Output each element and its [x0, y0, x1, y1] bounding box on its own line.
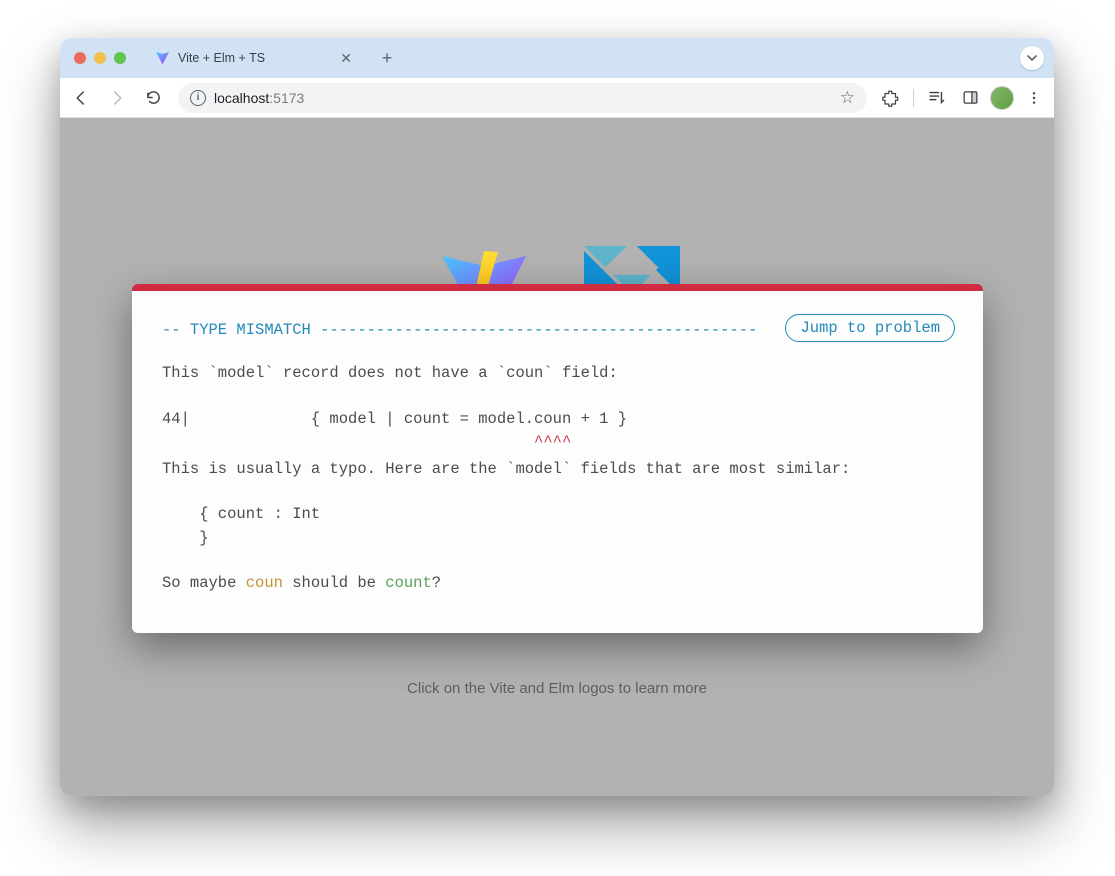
error-code-line: 44| { model | count = model.coun + 1 }	[162, 408, 953, 431]
error-message-1: This `model` record does not have a `cou…	[162, 362, 953, 385]
window-minimize-button[interactable]	[94, 52, 106, 64]
bookmark-star-icon[interactable]: ☆	[840, 88, 855, 108]
error-record-field: { count : Int	[162, 503, 953, 526]
jump-to-problem-button[interactable]: Jump to problem	[785, 314, 955, 342]
overlay-accent-bar	[132, 284, 983, 291]
vite-favicon	[154, 50, 170, 66]
window-maximize-button[interactable]	[114, 52, 126, 64]
traffic-lights	[74, 52, 126, 64]
page-footer-text: Click on the Vite and Elm logos to learn…	[407, 680, 707, 697]
tab-bar: Vite + Elm + TS ✕ +	[60, 38, 1054, 78]
error-message-2: This is usually a typo. Here are the `mo…	[162, 458, 953, 481]
toolbar: i localhost:5173 ☆	[60, 78, 1054, 118]
browser-tab[interactable]: Vite + Elm + TS ✕	[144, 42, 364, 74]
tab-search-button[interactable]	[1020, 46, 1044, 70]
overlay-body: -- TYPE MISMATCH -----------------------…	[132, 291, 983, 633]
reload-button[interactable]	[138, 83, 168, 113]
site-info-icon[interactable]: i	[190, 90, 206, 106]
back-button[interactable]	[66, 83, 96, 113]
tab-title: Vite + Elm + TS	[178, 51, 265, 65]
page-content: Click on the Vite and Elm logos to learn…	[60, 118, 1054, 796]
address-host: localhost:5173	[214, 90, 304, 106]
error-suggestion: So maybe coun should be count?	[162, 572, 953, 595]
error-overlay: -- TYPE MISMATCH -----------------------…	[132, 284, 983, 633]
side-panel-icon[interactable]	[956, 84, 984, 112]
typo-good-token: count	[385, 574, 432, 592]
toolbar-separator	[913, 89, 914, 107]
tab-close-icon[interactable]: ✕	[338, 50, 354, 67]
error-record-close: }	[162, 527, 953, 550]
new-tab-button[interactable]: +	[374, 45, 400, 71]
reading-list-icon[interactable]	[922, 84, 950, 112]
error-caret-line: ^^^^	[162, 431, 953, 454]
window-close-button[interactable]	[74, 52, 86, 64]
typo-bad-token: coun	[246, 574, 283, 592]
forward-button[interactable]	[102, 83, 132, 113]
address-bar[interactable]: i localhost:5173 ☆	[178, 83, 867, 113]
menu-icon[interactable]	[1020, 84, 1048, 112]
extensions-icon[interactable]	[877, 84, 905, 112]
profile-avatar[interactable]	[990, 86, 1014, 110]
browser-window: Vite + Elm + TS ✕ + i localhost:5173 ☆	[60, 38, 1054, 796]
